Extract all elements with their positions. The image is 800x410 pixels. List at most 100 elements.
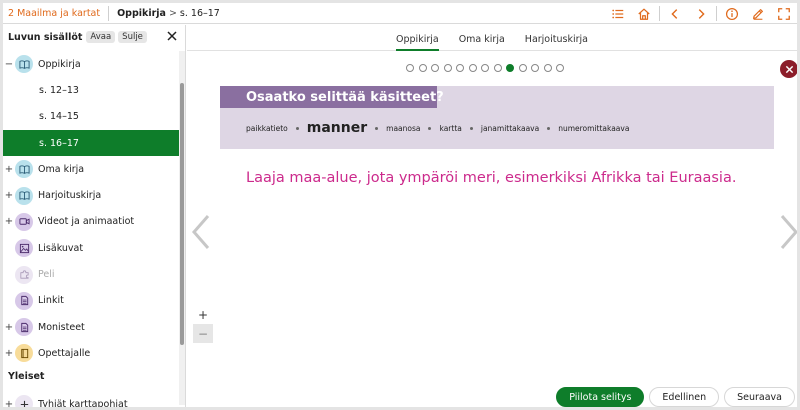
expand-toggle[interactable]: +: [3, 348, 15, 359]
puzzle-icon: [15, 265, 33, 284]
list-icon[interactable]: [605, 3, 631, 24]
collapse-toggle[interactable]: −: [3, 59, 15, 70]
chapter-sidebar: Luvun sisällöt Avaa Sulje − Oppikirja s.…: [3, 25, 186, 407]
slide-dot[interactable]: [481, 64, 489, 72]
slide-dot[interactable]: [556, 64, 564, 72]
sidebar-item-label: Lisäkuvat: [38, 242, 84, 254]
expand-toggle[interactable]: +: [3, 216, 15, 227]
tab-oma-kirja[interactable]: Oma kirja: [459, 25, 505, 51]
sidebar-item-label: Harjoituskirja: [38, 190, 102, 202]
term-definition: Laaja maa-alue, jota ympäröi meri, esime…: [246, 170, 737, 186]
info-icon[interactable]: [719, 3, 745, 24]
main-content: Oppikirja Oma kirja Harjoituskirja Osaat…: [187, 25, 797, 407]
term-item[interactable]: kartta: [439, 124, 461, 133]
collapse-all-button[interactable]: Sulje: [118, 31, 147, 43]
sidebar-item-opettajalle[interactable]: + Opettajalle: [3, 340, 179, 366]
document-icon: [15, 318, 33, 337]
tab-oppikirja[interactable]: Oppikirja: [396, 25, 439, 51]
slide-dot[interactable]: [518, 64, 527, 72]
slide-dot[interactable]: [431, 64, 439, 72]
document-icon: [15, 291, 33, 310]
slide-dot[interactable]: [443, 64, 452, 72]
fullscreen-icon[interactable]: [771, 3, 797, 24]
term-item[interactable]: numeromittakaava: [558, 124, 629, 133]
sidebar-list: − Oppikirja s. 12–13 s. 14–15 s. 16–17 +: [3, 51, 179, 367]
book-tabs: Oppikirja Oma kirja Harjoituskirja: [187, 25, 797, 51]
close-icon: [785, 65, 793, 73]
sidebar-item-videot[interactable]: + Videot ja animaatiot: [3, 209, 179, 235]
sidebar-item-linkit[interactable]: Linkit: [3, 288, 179, 314]
concept-card: Osaatko selittää käsitteet? paikkatieto m…: [220, 86, 774, 149]
term-separator: [375, 126, 379, 130]
term-item[interactable]: janamittakaava: [481, 124, 539, 133]
breadcrumb-pages: s. 16–17: [179, 7, 220, 19]
add-icon: [15, 395, 33, 407]
slide-dot[interactable]: [506, 64, 514, 72]
book-icon: [15, 160, 33, 179]
term-item[interactable]: manner: [307, 120, 367, 136]
sidebar-subitem-s16-17[interactable]: s. 16–17: [3, 129, 179, 157]
slide-dot[interactable]: [493, 64, 502, 72]
toolbar: [605, 3, 797, 24]
term-item[interactable]: paikkatieto: [246, 124, 288, 133]
previous-slide-arrow[interactable]: [191, 214, 211, 250]
sidebar-item-lisakuvat[interactable]: Lisäkuvat: [3, 235, 179, 261]
expand-toggle[interactable]: +: [3, 399, 15, 407]
breadcrumb-book[interactable]: Oppikirja: [117, 8, 166, 19]
scrollbar-thumb[interactable]: [180, 83, 184, 345]
expand-all-button[interactable]: Avaa: [86, 31, 116, 43]
next-slide-arrow[interactable]: [779, 214, 799, 250]
sidebar-item-monisteet[interactable]: + Monisteet: [3, 314, 179, 340]
home-icon[interactable]: [631, 3, 657, 24]
sidebar-item-label: Peli: [38, 269, 55, 281]
book-icon: [15, 55, 33, 74]
hide-explanation-button[interactable]: Piilota selitys: [556, 387, 645, 407]
sidebar-item-label: Videot ja animaatiot: [38, 216, 135, 228]
sidebar-item-oppikirja[interactable]: − Oppikirja: [3, 51, 179, 77]
zoom-in-button[interactable]: +: [193, 305, 213, 324]
expand-toggle[interactable]: +: [3, 190, 15, 201]
image-icon: [15, 239, 33, 258]
sidebar-item-tyhjat-karttapohjat[interactable]: + Tyhjät karttapohjat: [3, 391, 179, 407]
slide-dot[interactable]: [543, 64, 552, 72]
sidebar-item-label: Oma kirja: [38, 163, 85, 175]
book-icon: [15, 186, 33, 205]
sidebar-item-label: Monisteet: [38, 321, 85, 333]
sidebar-item-peli: Peli: [3, 261, 179, 287]
slide-dot[interactable]: [456, 64, 464, 72]
sidebar-subitem-s14-15[interactable]: s. 14–15: [3, 104, 179, 130]
close-view-button[interactable]: [780, 60, 797, 78]
slide-dot[interactable]: [418, 64, 427, 72]
next-button[interactable]: Seuraava: [724, 387, 795, 407]
sidebar-item-label: Opettajalle: [38, 347, 91, 359]
sidebar-item-harjoituskirja[interactable]: + Harjoituskirja: [3, 182, 179, 208]
tab-harjoituskirja[interactable]: Harjoituskirja: [525, 25, 588, 51]
chapter-link[interactable]: 2 Maailma ja kartat: [3, 8, 100, 19]
term-separator: [428, 126, 432, 130]
sidebar-title: Luvun sisällöt: [8, 31, 83, 43]
close-icon[interactable]: [166, 30, 178, 42]
slide-dot[interactable]: [468, 64, 477, 72]
zoom-out-button[interactable]: −: [193, 324, 213, 343]
expand-toggle[interactable]: +: [3, 322, 15, 333]
app-frame: 2 Maailma ja kartat Oppikirja>s. 16–17: [0, 0, 800, 410]
sidebar-item-label: s. 12–13: [39, 84, 79, 96]
expand-toggle[interactable]: +: [3, 164, 15, 175]
term-separator: [295, 126, 299, 130]
slide-dot[interactable]: [531, 64, 539, 72]
breadcrumb: Oppikirja > s. 16–17: [117, 8, 220, 19]
previous-button[interactable]: Edellinen: [649, 387, 720, 407]
divider: [716, 6, 717, 21]
sidebar-header: Luvun sisällöt Avaa Sulje: [3, 25, 185, 49]
sidebar-item-oma-kirja[interactable]: + Oma kirja: [3, 156, 179, 182]
chevron-left-icon[interactable]: [662, 3, 688, 24]
term-list: paikkatieto manner maanosa kartta janamittak…: [246, 120, 629, 136]
term-item[interactable]: maanosa: [386, 124, 420, 133]
slide-dot[interactable]: [406, 64, 414, 72]
divider: [108, 5, 110, 21]
sidebar-subitem-s12-13[interactable]: s. 12–13: [3, 77, 179, 103]
slide-pagination: [406, 64, 569, 72]
pen-icon[interactable]: [745, 3, 771, 24]
sidebar-item-label: Tyhjät karttapohjat: [38, 398, 128, 407]
chevron-right-icon[interactable]: [688, 3, 714, 24]
